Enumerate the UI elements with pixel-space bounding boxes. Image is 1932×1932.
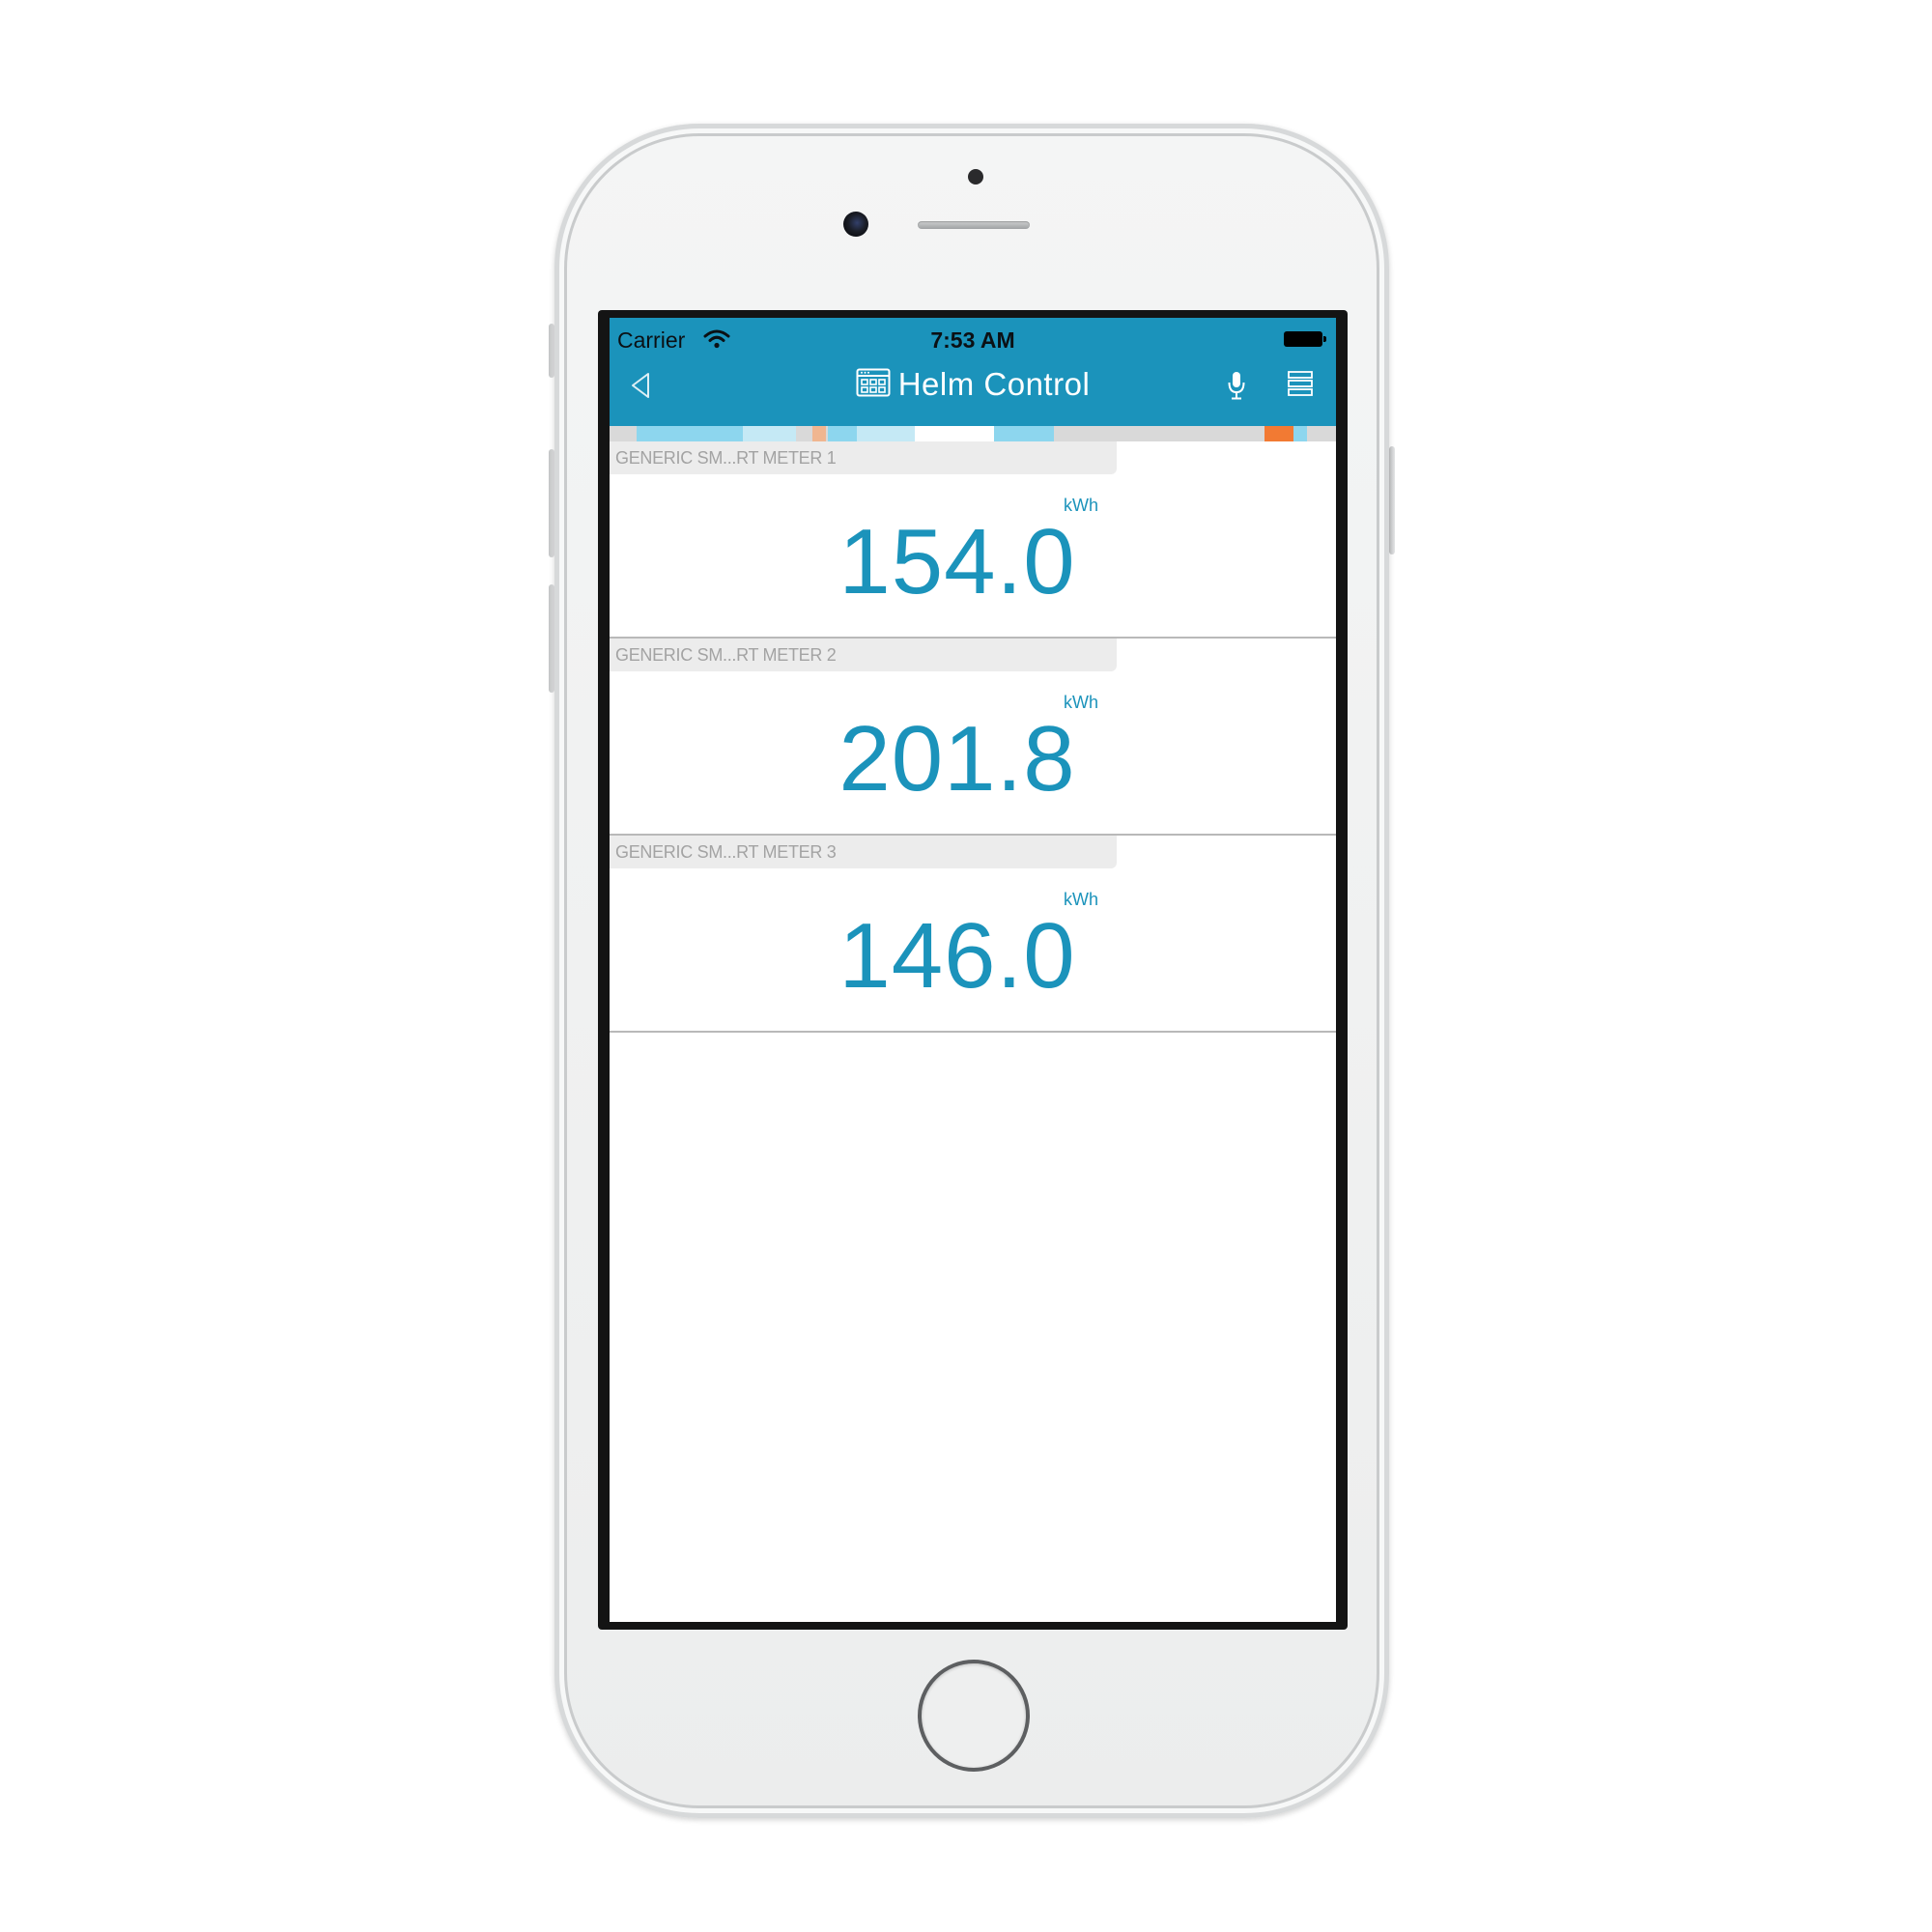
battery-icon xyxy=(1284,331,1326,347)
meter-label: GENERIC SM...RT METER 3 xyxy=(610,836,1117,868)
strip-segment xyxy=(1264,426,1293,441)
meter-value: 154.0 xyxy=(838,510,1076,613)
strip-segment xyxy=(915,426,994,441)
strip-segment xyxy=(828,426,857,441)
status-strip xyxy=(610,426,1336,441)
meter-card[interactable]: GENERIC SM...RT METER 1 154.0 kWh xyxy=(610,441,1336,639)
strip-segment xyxy=(994,426,1054,441)
strip-segment xyxy=(812,426,826,441)
meter-unit: kWh xyxy=(1064,496,1098,515)
meter-unit: kWh xyxy=(1064,890,1098,909)
meter-card[interactable]: GENERIC SM...RT METER 3 146.0 kWh xyxy=(610,836,1336,1033)
front-camera xyxy=(843,212,868,237)
home-button[interactable] xyxy=(918,1660,1030,1772)
app-screen: Carrier 7:53 AM Helm Control GENERIC SM.… xyxy=(610,318,1336,1622)
strip-segment xyxy=(1293,426,1307,441)
power-button xyxy=(1389,446,1395,554)
proximity-sensor xyxy=(968,169,983,185)
microphone-icon[interactable] xyxy=(1226,370,1247,401)
app-header: Carrier 7:53 AM Helm Control xyxy=(610,318,1336,426)
strip-segment xyxy=(857,426,915,441)
meter-label: GENERIC SM...RT METER 1 xyxy=(610,441,1117,474)
meter-unit: kWh xyxy=(1064,693,1098,712)
meter-value: 201.8 xyxy=(838,707,1076,810)
clock: 7:53 AM xyxy=(930,327,1015,353)
meter-value: 146.0 xyxy=(838,904,1076,1008)
earpiece-speaker xyxy=(918,221,1030,229)
list-menu-icon[interactable] xyxy=(1286,369,1315,398)
meter-card[interactable]: GENERIC SM...RT METER 2 201.8 kWh xyxy=(610,639,1336,836)
dashboard-icon xyxy=(856,368,891,397)
meter-label: GENERIC SM...RT METER 2 xyxy=(610,639,1117,671)
device-mockup: Carrier 7:53 AM Helm Control GENERIC SM.… xyxy=(0,0,1932,1932)
strip-segment xyxy=(743,426,796,441)
title-text: Helm Control xyxy=(897,366,1091,402)
strip-segment xyxy=(637,426,743,441)
